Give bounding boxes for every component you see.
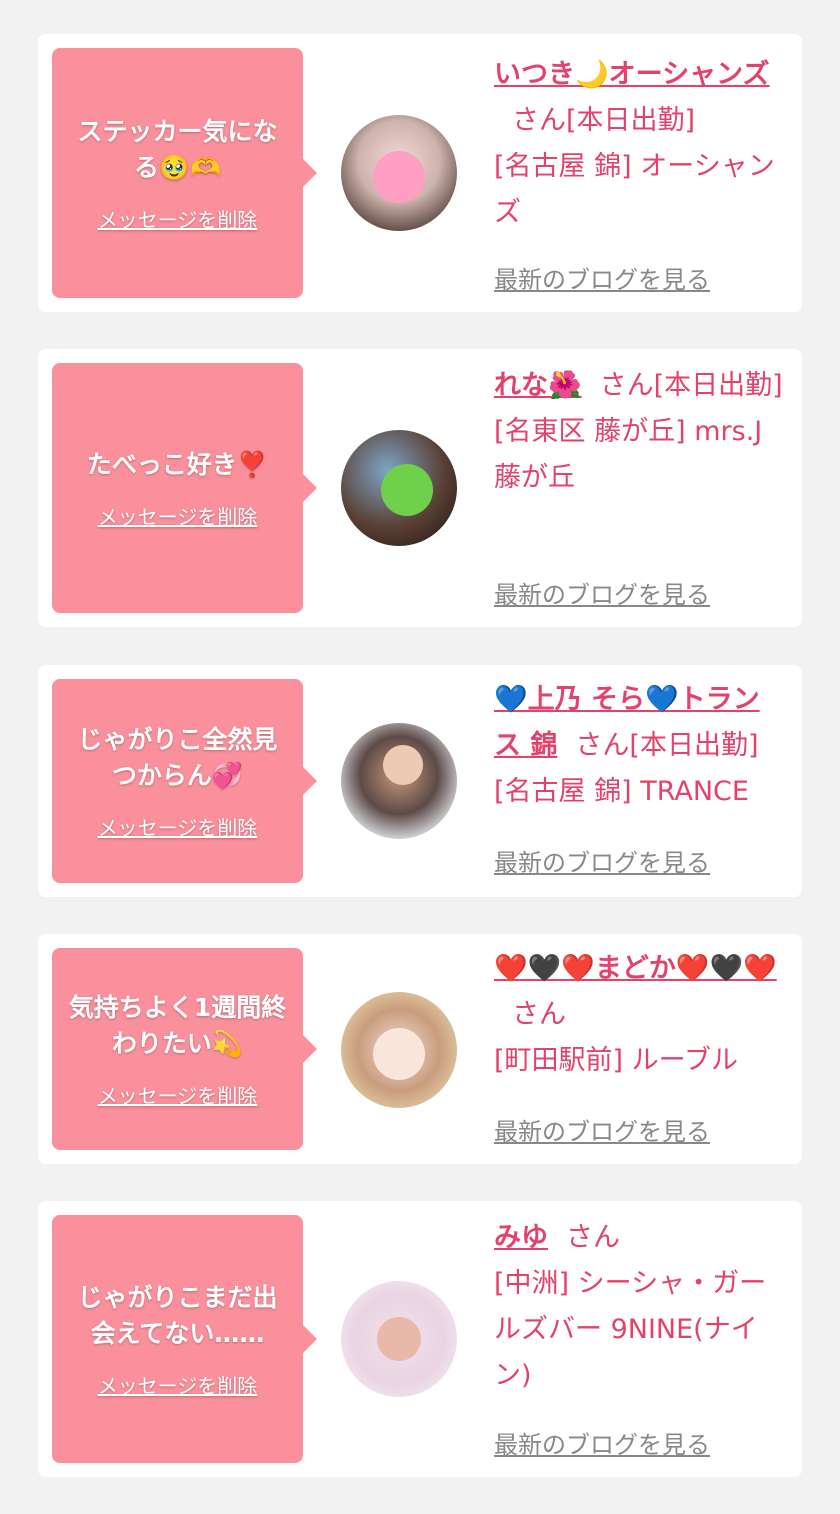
message-card: じゃがりこまだ出会えてない…… メッセージを削除 みゆ さん [中洲] シーシャ・… (38, 1201, 802, 1477)
latest-blog-link[interactable]: 最新のブログを見る (494, 260, 710, 295)
delete-message-link[interactable]: メッセージを削除 (98, 1080, 258, 1109)
honorific: さん (599, 370, 654, 401)
portrait-photo (377, 1317, 421, 1361)
message-text: ステッカー気になる🥹🫶 (77, 116, 278, 182)
cast-info: ❤️🖤❤️まどか❤️🖤❤️ さん [町田駅前] ルーブル (494, 946, 786, 1084)
honorific: さん (512, 999, 566, 1030)
cast-name-link[interactable]: れな🌺 (494, 370, 582, 401)
message-bubble: 気持ちよく1週間終わりたい💫 メッセージを削除 (52, 948, 303, 1150)
avatar[interactable] (341, 723, 457, 839)
cast-name-link[interactable]: みゆ (494, 1222, 548, 1253)
avatar[interactable] (341, 115, 457, 231)
latest-blog-link[interactable]: 最新のブログを見る (494, 1112, 710, 1147)
cast-info: いつき🌙オーシャンズさん[本日出勤] [名古屋 錦] オーシャンズ (494, 52, 786, 236)
message-card: 気持ちよく1週間終わりたい💫 メッセージを削除 ❤️🖤❤️まどか❤️🖤❤️ さん … (38, 934, 802, 1164)
work-status: [本日出勤] (629, 730, 759, 761)
cast-name-link[interactable]: いつき🌙オーシャンズ (494, 59, 770, 90)
honorific: さん (566, 1222, 620, 1253)
shop-info: [町田駅前] ルーブル (494, 1045, 739, 1076)
message-text: じゃがりこ全然見つからん💞 (77, 724, 278, 790)
message-bubble: たべっこ好き❣️ メッセージを削除 (52, 363, 303, 613)
avatar[interactable] (341, 1281, 457, 1397)
pink-heart-sticker-icon (373, 151, 425, 203)
message-bubble: じゃがりこまだ出会えてない…… メッセージを削除 (52, 1215, 303, 1463)
work-status: [本日出勤] (653, 370, 783, 401)
latest-blog-link[interactable]: 最新のブログを見る (494, 1425, 710, 1460)
delete-message-link[interactable]: メッセージを削除 (98, 1370, 258, 1399)
message-text: じゃがりこまだ出会えてない…… (77, 1282, 278, 1348)
message-bubble: じゃがりこ全然見つからん💞 メッセージを削除 (52, 679, 303, 883)
delete-message-link[interactable]: メッセージを削除 (98, 204, 258, 233)
cast-info: れな🌺 さん[本日出勤] [名東区 藤が丘] mrs.J 藤が丘 (494, 363, 786, 501)
message-bubble: ステッカー気になる🥹🫶 メッセージを削除 (52, 48, 303, 298)
message-card: ステッカー気になる🥹🫶 メッセージを削除 いつき🌙オーシャンズさん[本日出勤] … (38, 34, 802, 312)
cast-info: 💙上乃 そら💙トランス 錦さん[本日出勤] [名古屋 錦] TRANCE (494, 677, 786, 815)
message-card: たべっこ好き❣️ メッセージを削除 れな🌺 さん[本日出勤] [名東区 藤が丘] … (38, 349, 802, 627)
cast-info: みゆ さん [中洲] シーシャ・ガールズバー 9NINE(ナイン) (494, 1215, 786, 1399)
shop-info: [名古屋 錦] オーシャンズ (494, 151, 775, 228)
shop-info: [中洲] シーシャ・ガールズバー 9NINE(ナイン) (494, 1268, 767, 1391)
message-text: 気持ちよく1週間終わりたい💫 (68, 992, 287, 1058)
cast-name-link[interactable]: ❤️🖤❤️まどか❤️🖤❤️ (494, 953, 777, 984)
delete-message-link[interactable]: メッセージを削除 (98, 501, 258, 530)
honorific: さん (575, 730, 630, 761)
delete-message-link[interactable]: メッセージを削除 (98, 812, 258, 841)
avatar[interactable] (341, 430, 457, 546)
message-card: じゃがりこ全然見つからん💞 メッセージを削除 💙上乃 そら💙トランス 錦さん[本… (38, 665, 802, 897)
message-text: たべっこ好き❣️ (86, 449, 269, 479)
latest-blog-link[interactable]: 最新のブログを見る (494, 843, 710, 878)
green-heart-sticker-icon (381, 464, 433, 516)
avatar[interactable] (341, 992, 457, 1108)
work-status: [本日出勤] (566, 105, 696, 136)
shop-info: [名古屋 錦] TRANCE (494, 776, 749, 807)
portrait-photo (383, 745, 423, 785)
portrait-photo (373, 1028, 425, 1080)
honorific: さん (512, 105, 566, 136)
shop-info: [名東区 藤が丘] mrs.J 藤が丘 (494, 416, 763, 493)
latest-blog-link[interactable]: 最新のブログを見る (494, 575, 710, 610)
